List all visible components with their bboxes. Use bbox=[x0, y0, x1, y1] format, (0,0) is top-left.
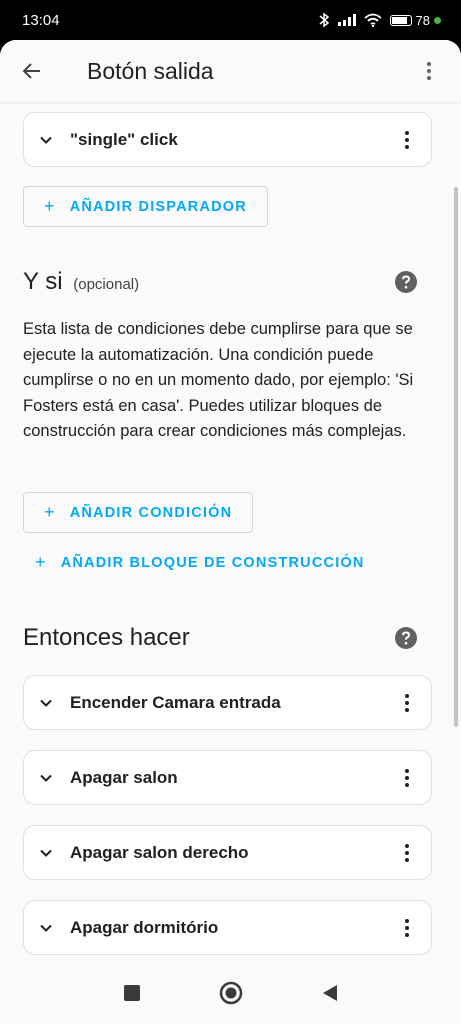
action-label: Apagar salon bbox=[70, 767, 178, 787]
action-label: Apagar salon derecho bbox=[70, 842, 249, 862]
app-sheet: Botón salida "single" click + AÑADIR DIS… bbox=[0, 40, 461, 1024]
battery-percent: 78 bbox=[415, 12, 430, 28]
action-menu-button[interactable] bbox=[395, 691, 419, 715]
scrollbar[interactable] bbox=[454, 187, 458, 727]
conditions-optional: (opcional) bbox=[73, 276, 140, 293]
charging-dot bbox=[434, 16, 441, 24]
home-circle-icon[interactable] bbox=[219, 981, 243, 1005]
action-card[interactable]: Apagar salon derecho bbox=[23, 825, 432, 880]
trigger-label: "single" click bbox=[70, 129, 178, 149]
status-bar: 13:04 78 bbox=[0, 0, 461, 40]
action-label: Encender Camara entrada bbox=[70, 692, 281, 712]
help-icon[interactable] bbox=[394, 626, 418, 650]
bluetooth-icon bbox=[319, 12, 329, 28]
status-icons: 78 bbox=[318, 12, 441, 28]
action-label: Apagar dormitório bbox=[70, 917, 219, 937]
back-button[interactable] bbox=[8, 47, 56, 95]
add-condition-button[interactable]: + AÑADIR CONDICIÓN bbox=[23, 492, 254, 533]
action-menu-button[interactable] bbox=[395, 916, 419, 940]
conditions-heading: Y si (opcional) bbox=[23, 268, 139, 296]
recents-square-icon[interactable] bbox=[123, 984, 141, 1002]
action-menu-button[interactable] bbox=[395, 766, 419, 790]
back-triangle-icon[interactable] bbox=[321, 983, 339, 1003]
add-condition-label: AÑADIR CONDICIÓN bbox=[69, 504, 233, 521]
plus-icon: + bbox=[44, 502, 56, 522]
chevron-down-icon[interactable] bbox=[38, 920, 54, 936]
action-card[interactable]: Encender Camara entrada bbox=[23, 675, 432, 730]
actions-title: Entonces hacer bbox=[23, 624, 190, 651]
more-vert-icon bbox=[405, 130, 409, 149]
more-vert-icon bbox=[405, 693, 409, 712]
more-vert-icon bbox=[427, 62, 431, 80]
trigger-card[interactable]: "single" click bbox=[23, 112, 432, 167]
chevron-down-icon[interactable] bbox=[38, 845, 54, 861]
chevron-down-icon[interactable] bbox=[38, 132, 54, 148]
wifi-icon bbox=[363, 13, 382, 27]
action-card[interactable]: Apagar salon bbox=[23, 750, 432, 805]
plus-icon: + bbox=[35, 552, 47, 572]
trigger-menu-button[interactable] bbox=[395, 128, 419, 152]
content-scroll[interactable]: "single" click + AÑADIR DISPARADOR Y si … bbox=[0, 102, 461, 962]
plus-icon: + bbox=[44, 196, 56, 216]
app-bar: Botón salida bbox=[0, 40, 461, 102]
more-vert-icon bbox=[405, 918, 409, 937]
add-building-block-label: AÑADIR BLOQUE DE CONSTRUCCIÓN bbox=[60, 554, 365, 571]
page-title: Botón salida bbox=[87, 57, 214, 84]
action-card[interactable]: Apagar dormitório bbox=[23, 900, 432, 955]
chevron-down-icon[interactable] bbox=[38, 770, 54, 786]
more-vert-icon bbox=[405, 768, 409, 787]
add-trigger-label: AÑADIR DISPARADOR bbox=[69, 198, 247, 215]
more-vert-icon bbox=[405, 843, 409, 862]
back-arrow-icon bbox=[22, 63, 40, 79]
overflow-menu-button[interactable] bbox=[405, 47, 453, 95]
add-trigger-button[interactable]: + AÑADIR DISPARADOR bbox=[23, 186, 268, 227]
status-time: 13:04 bbox=[22, 11, 60, 29]
battery-icon: 78 bbox=[389, 12, 441, 28]
signal-icon bbox=[337, 14, 356, 26]
conditions-description: Esta lista de condiciones debe cumplirse… bbox=[23, 320, 414, 440]
action-menu-button[interactable] bbox=[395, 841, 419, 865]
help-icon[interactable] bbox=[394, 270, 418, 294]
chevron-down-icon[interactable] bbox=[38, 695, 54, 711]
add-building-block-button[interactable]: + AÑADIR BLOQUE DE CONSTRUCCIÓN bbox=[23, 542, 377, 583]
actions-heading: Entonces hacer bbox=[23, 624, 190, 652]
conditions-title: Y si bbox=[23, 268, 63, 295]
system-nav-bar bbox=[0, 962, 461, 1024]
